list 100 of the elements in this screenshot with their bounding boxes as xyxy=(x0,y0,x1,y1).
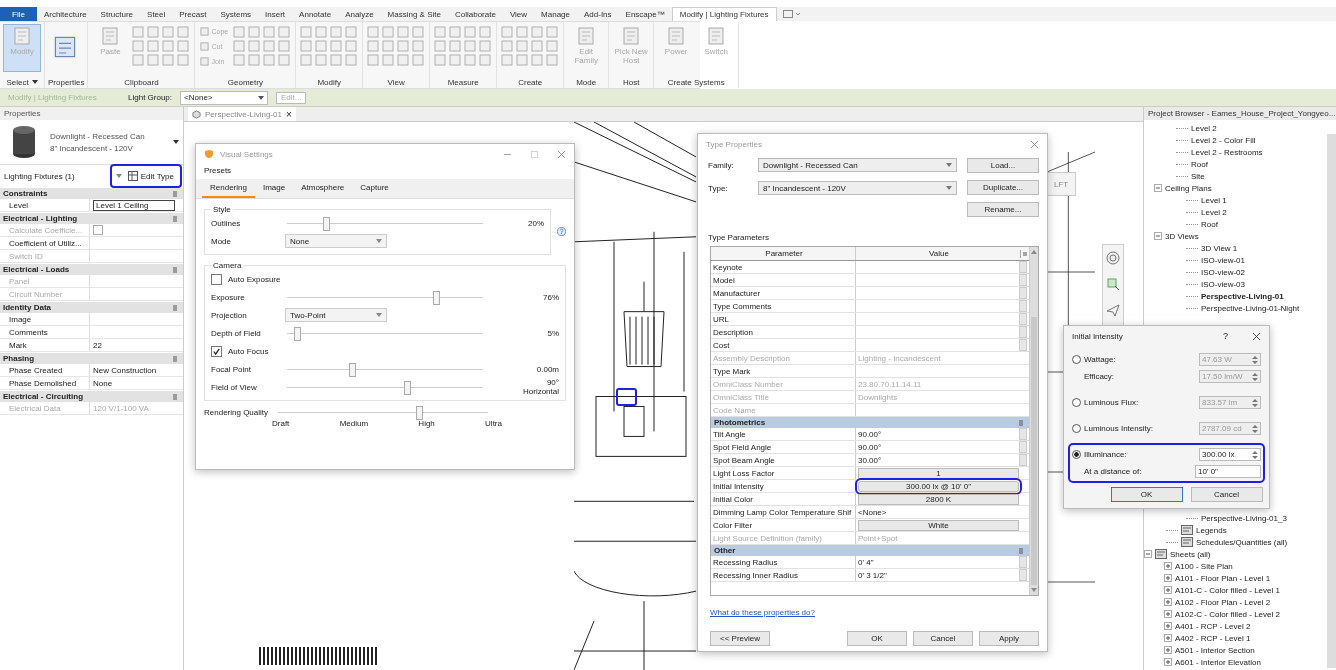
value-button[interactable]: 1 xyxy=(858,467,1019,479)
expand-icon[interactable] xyxy=(1164,610,1172,618)
dialog-button[interactable]: Apply xyxy=(979,631,1039,646)
associate-parameter-button[interactable] xyxy=(1019,454,1027,466)
associate-parameter-button[interactable] xyxy=(1019,300,1027,312)
type-dropdown[interactable]: 8" Incandescent - 120V xyxy=(758,181,957,195)
tool-icons-drawing[interactable] xyxy=(433,24,494,68)
collapse-icon[interactable] xyxy=(1144,550,1152,558)
dialog-button[interactable]: OK xyxy=(847,631,907,646)
tool-icons-drawing[interactable] xyxy=(232,24,293,68)
close-icon[interactable] xyxy=(1252,331,1261,341)
zoom-icon[interactable] xyxy=(1106,277,1120,291)
browser-item[interactable]: ISO-view-01 xyxy=(1201,255,1245,265)
browser-item[interactable]: Roof xyxy=(1201,219,1218,229)
collapse-icon[interactable] xyxy=(1154,184,1162,192)
dialog-button[interactable]: Cancel xyxy=(1190,487,1263,502)
browser-item[interactable]: Sheets (all) xyxy=(1170,549,1211,559)
browser-item[interactable]: 3D View 1 xyxy=(1201,243,1238,253)
tool-icons-drawing[interactable] xyxy=(500,24,561,68)
browser-item[interactable]: Ceiling Plans xyxy=(1165,183,1212,193)
slider-thumb[interactable] xyxy=(415,405,423,420)
collapse-icon[interactable] xyxy=(1019,419,1023,426)
slider-thumb[interactable] xyxy=(432,290,440,305)
dialog-button[interactable]: Rename... xyxy=(967,202,1039,217)
browser-item[interactable]: Site xyxy=(1191,171,1205,181)
browser-item[interactable]: A100 - Site Plan xyxy=(1175,561,1233,571)
checkbox[interactable] xyxy=(211,273,222,285)
ribbon-tab[interactable]: Structure xyxy=(93,7,141,21)
associate-parameter-button[interactable] xyxy=(1019,428,1027,440)
ribbon-tab[interactable]: Manage xyxy=(534,7,577,21)
browser-item[interactable]: Perspective-Living-01-Night xyxy=(1201,303,1300,313)
tool-icons-drawing[interactable] xyxy=(366,24,427,68)
expand-icon[interactable] xyxy=(1164,658,1172,666)
browser-item[interactable]: Perspective-Living-01_3 xyxy=(1201,513,1287,523)
browser-item[interactable]: A101 - Floor Plan - Level 1 xyxy=(1175,573,1271,583)
collapse-icon[interactable] xyxy=(173,393,177,400)
collapse-icon[interactable] xyxy=(1154,232,1162,240)
ribbon-tab[interactable]: Massing & Site xyxy=(380,7,448,21)
browser-item[interactable]: Perspective-Living-01 xyxy=(1201,291,1284,301)
collapse-icon[interactable] xyxy=(173,215,177,222)
browser-item[interactable]: ISO-view-03 xyxy=(1201,279,1245,289)
ribbon-tab[interactable]: Collaborate xyxy=(447,7,503,21)
expand-icon[interactable] xyxy=(1164,622,1172,630)
radio-button[interactable] xyxy=(1072,424,1081,433)
value-button[interactable]: 2800 K xyxy=(858,493,1019,505)
number-field[interactable]: 10' 0" xyxy=(1195,465,1261,478)
ribbon-tab[interactable]: Add-Ins xyxy=(577,7,619,21)
family-dropdown[interactable]: Downlight - Recessed Can xyxy=(758,158,957,172)
help-icon[interactable] xyxy=(557,226,566,236)
dialog-button[interactable]: Duplicate... xyxy=(967,180,1039,195)
dialog-button[interactable]: OK xyxy=(1110,487,1183,502)
dropdown[interactable]: None xyxy=(285,234,387,248)
radio-button[interactable] xyxy=(1072,355,1081,364)
browser-item[interactable]: A601 - Interior Elevation xyxy=(1175,657,1261,667)
browser-item[interactable]: Level 2 - Color Fill xyxy=(1191,135,1256,145)
close-icon[interactable]: × xyxy=(285,108,292,120)
browser-item[interactable]: Level 2 - Restrooms xyxy=(1191,147,1263,157)
settings-tab[interactable]: Atmosphere xyxy=(293,179,353,198)
expand-icon[interactable] xyxy=(1164,574,1172,582)
ribbon-tab[interactable]: View xyxy=(502,7,535,21)
checkbox[interactable] xyxy=(211,345,222,357)
help-link[interactable]: What do these properties do? xyxy=(698,596,1047,617)
settings-tab[interactable]: Capture xyxy=(352,179,397,198)
slider-thumb[interactable] xyxy=(323,216,331,231)
associate-parameter-button[interactable] xyxy=(1019,274,1027,286)
slider-thumb[interactable] xyxy=(348,362,356,377)
slider-thumb[interactable] xyxy=(293,326,301,341)
light-group-dropdown[interactable]: <None> xyxy=(180,90,269,105)
expand-icon[interactable] xyxy=(1164,634,1172,642)
file-menu-tab[interactable]: File xyxy=(0,7,37,21)
document-tab[interactable]: Perspective-Living-01 × xyxy=(188,107,296,121)
ribbon-tab[interactable]: Annotate xyxy=(292,7,339,21)
slider-thumb[interactable] xyxy=(403,380,411,395)
expand-icon[interactable] xyxy=(1164,586,1172,594)
expand-icon[interactable] xyxy=(1164,562,1172,570)
help-button[interactable]: ? xyxy=(1223,331,1228,341)
ribbon-tab[interactable]: Systems xyxy=(213,7,259,21)
paper-plane-icon[interactable] xyxy=(1106,303,1120,317)
associate-parameter-button[interactable] xyxy=(1019,339,1027,351)
type-selector[interactable]: Downlight - Recessed Can 8" Incandescent - 120V xyxy=(0,120,183,164)
radio-button[interactable] xyxy=(1072,398,1081,407)
browser-item[interactable]: Level 2 xyxy=(1201,207,1227,217)
collapse-icon[interactable] xyxy=(1019,547,1023,554)
browser-item[interactable]: A402 - RCP - Level 1 xyxy=(1175,633,1251,643)
ribbon-tab[interactable]: Insert xyxy=(258,7,293,21)
browser-item[interactable]: Level 1 xyxy=(1201,195,1227,205)
presets-menu[interactable]: Presets xyxy=(196,164,574,179)
dialog-button[interactable]: Cancel xyxy=(913,631,973,646)
ribbon-tab[interactable]: Modify | Lighting Fixtures xyxy=(671,7,777,21)
number-field[interactable]: 300.00 lx xyxy=(1199,448,1261,461)
expand-icon[interactable] xyxy=(1164,598,1172,606)
level-field[interactable]: Level 1 Ceiling xyxy=(93,199,175,211)
browser-item[interactable]: A501 - Interior Section xyxy=(1175,645,1255,655)
category-filter[interactable]: Lighting Fixtures (1) xyxy=(4,171,75,181)
ribbon-toggle-icon[interactable] xyxy=(782,10,801,18)
ribbon-tab[interactable]: Enscape™ xyxy=(618,7,672,21)
tool-icons-drawing[interactable] xyxy=(299,24,360,68)
settings-tab[interactable]: Image xyxy=(254,179,294,198)
browser-item[interactable]: Schedules/Quantities (all) xyxy=(1196,537,1288,547)
value-button[interactable]: White xyxy=(858,519,1019,531)
